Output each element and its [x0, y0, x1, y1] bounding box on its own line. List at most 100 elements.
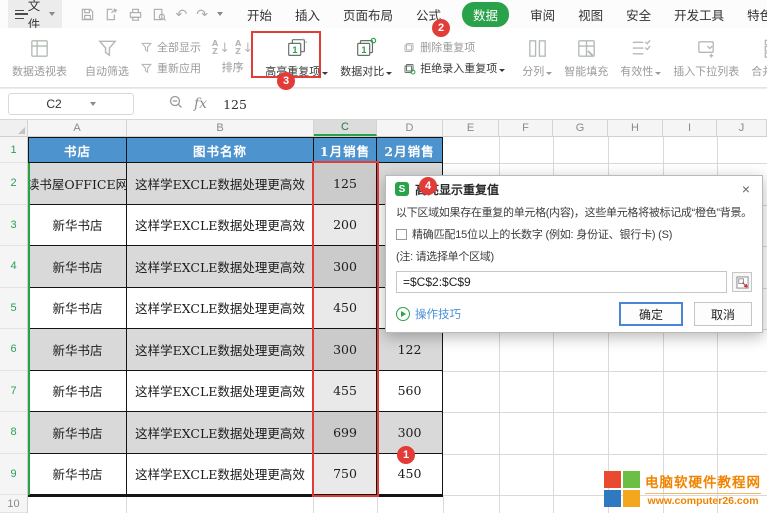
row-header-6[interactable]: 6	[0, 329, 27, 371]
tab-special-features[interactable]: 特色功能	[745, 2, 767, 27]
tab-data[interactable]: 数据	[462, 2, 509, 27]
row-header-1[interactable]: 1	[0, 137, 27, 163]
undo-icon[interactable]: ↶	[176, 7, 188, 21]
delete-duplicates-icon	[403, 41, 416, 54]
pivot-table-button[interactable]: 数据透视表	[6, 37, 73, 79]
close-icon[interactable]: ×	[739, 181, 753, 197]
reapply-label: 重新应用	[157, 60, 201, 76]
validation-button[interactable]: 有效性	[614, 37, 667, 79]
show-all-label: 全部显示	[157, 39, 201, 55]
export-icon[interactable]	[104, 7, 119, 22]
save-icon[interactable]	[80, 7, 95, 22]
cell-a4[interactable]: 新华书店	[29, 246, 127, 288]
reject-duplicates-button[interactable]: 拒绝录入重复项	[403, 60, 505, 76]
column-header-f[interactable]: F	[499, 120, 553, 136]
insert-function-icon[interactable]: fx	[194, 96, 207, 112]
annotation-box-toolbar	[251, 31, 321, 78]
tab-view[interactable]: 视图	[576, 2, 605, 27]
table-header-cell[interactable]: 1月销售	[314, 138, 377, 163]
text-to-columns-button[interactable]: 分列	[516, 37, 558, 79]
zoom-out-icon[interactable]	[168, 94, 184, 115]
print-preview-icon[interactable]	[152, 7, 167, 22]
annotation-step-3: 3	[277, 72, 295, 90]
row-header-4[interactable]: 4	[0, 246, 27, 288]
row-header-8[interactable]: 8	[0, 412, 27, 454]
tab-review[interactable]: 审阅	[528, 2, 557, 27]
tips-link[interactable]: 操作技巧	[396, 306, 461, 322]
data-compare-button[interactable]: 1 数据对比	[334, 36, 398, 79]
row-header-7[interactable]: 7	[0, 371, 27, 413]
column-header-a[interactable]: A	[28, 120, 127, 136]
checkbox[interactable]	[396, 229, 407, 240]
ok-button[interactable]: 确定	[619, 302, 683, 326]
autofilter-button[interactable]: 自动筛选	[79, 37, 135, 79]
table-header-cell[interactable]: 图书名称	[127, 138, 314, 163]
cell-a7[interactable]: 新华书店	[29, 371, 127, 413]
tab-insert[interactable]: 插入	[293, 2, 322, 27]
row-header-2[interactable]: 2	[0, 163, 27, 205]
cell-b4[interactable]: 这样学EXCLE数据处理更高效	[127, 246, 314, 288]
print-icon[interactable]	[128, 7, 143, 22]
cell-b7[interactable]: 这样学EXCLE数据处理更高效	[127, 371, 314, 413]
column-header-d[interactable]: D	[377, 120, 443, 136]
formula-bar: C2 fx 125	[0, 88, 767, 120]
insert-dropdown-list-button[interactable]: 插入下拉列表	[667, 37, 745, 79]
column-header-i[interactable]: I	[663, 120, 717, 136]
consolidate-button[interactable]: 合并计算	[745, 37, 767, 79]
formula-input[interactable]: 125	[223, 97, 247, 112]
cell-a2[interactable]: 读书屋OFFICE网	[29, 163, 127, 205]
cell-a5[interactable]: 新华书店	[29, 288, 127, 330]
cell-b5[interactable]: 这样学EXCLE数据处理更高效	[127, 288, 314, 330]
cell-b2[interactable]: 这样学EXCLE数据处理更高效	[127, 163, 314, 205]
cell-b9[interactable]: 这样学EXCLE数据处理更高效	[127, 454, 314, 496]
cell-a6[interactable]: 新华书店	[29, 329, 127, 371]
cell-d7[interactable]: 560	[377, 371, 442, 413]
tips-label: 操作技巧	[415, 306, 461, 322]
tab-developer[interactable]: 开发工具	[672, 2, 726, 27]
exact-match-checkbox-row[interactable]: 精确匹配15位以上的长数字 (例如: 身份证、银行卡) (S)	[396, 226, 752, 242]
name-box[interactable]: C2	[8, 93, 134, 115]
range-picker-button[interactable]	[732, 272, 752, 292]
cell-b3[interactable]: 这样学EXCLE数据处理更高效	[127, 205, 314, 247]
column-header-j[interactable]: J	[717, 120, 767, 136]
tab-security[interactable]: 安全	[624, 2, 653, 27]
reapply-button[interactable]: 重新应用	[140, 60, 201, 76]
row-header-3[interactable]: 3	[0, 205, 27, 247]
column-header-g[interactable]: G	[553, 120, 608, 136]
show-all-button[interactable]: 全部显示	[140, 39, 201, 55]
table-header-cell[interactable]: 2月销售	[377, 138, 442, 163]
column-header-e[interactable]: E	[443, 120, 499, 136]
annotation-step-1: 1	[397, 446, 415, 464]
cell-b8[interactable]: 这样学EXCLE数据处理更高效	[127, 412, 314, 454]
menu-tabs: 开始 插入 页面布局 公式 数据 审阅 视图 安全 开发工具 特色功能	[245, 2, 767, 27]
autofilter-label: 自动筛选	[85, 63, 129, 79]
cell-b6[interactable]: 这样学EXCLE数据处理更高效	[127, 329, 314, 371]
cancel-button[interactable]: 取消	[694, 302, 752, 326]
consolidate-icon	[762, 37, 767, 60]
select-all-corner[interactable]	[0, 120, 28, 136]
range-input[interactable]: =$C$2:$C$9	[396, 271, 727, 293]
column-header-h[interactable]: H	[608, 120, 663, 136]
cell-d6[interactable]: 122	[377, 329, 442, 371]
row-header-5[interactable]: 5	[0, 288, 27, 330]
cell-a9[interactable]: 新华书店	[29, 454, 127, 496]
reject-duplicates-label: 拒绝录入重复项	[420, 60, 505, 76]
smart-fill-icon	[575, 37, 598, 60]
tab-page-layout[interactable]: 页面布局	[341, 2, 395, 27]
cell-a8[interactable]: 新华书店	[29, 412, 127, 454]
tab-home[interactable]: 开始	[245, 2, 274, 27]
delete-duplicates-button[interactable]: 删除重复项	[403, 39, 505, 55]
insert-dropdown-list-label: 插入下拉列表	[673, 63, 739, 79]
column-header-b[interactable]: B	[127, 120, 314, 136]
validation-icon	[629, 37, 652, 60]
row-header-10[interactable]: 10	[0, 495, 27, 513]
cell-a3[interactable]: 新华书店	[29, 205, 127, 247]
row-header-9[interactable]: 9	[0, 454, 27, 496]
toolbar-options-chevron-icon[interactable]	[217, 12, 223, 16]
smart-fill-button[interactable]: 智能填充	[558, 37, 614, 79]
redo-icon[interactable]: ↷	[196, 7, 208, 21]
table-header-cell[interactable]: 书店	[29, 138, 127, 163]
column-header-c[interactable]: C	[314, 120, 377, 136]
dialog-title-bar[interactable]: S 高亮显示重复值 ×	[386, 176, 762, 202]
watermark-logo-icon	[604, 471, 640, 507]
